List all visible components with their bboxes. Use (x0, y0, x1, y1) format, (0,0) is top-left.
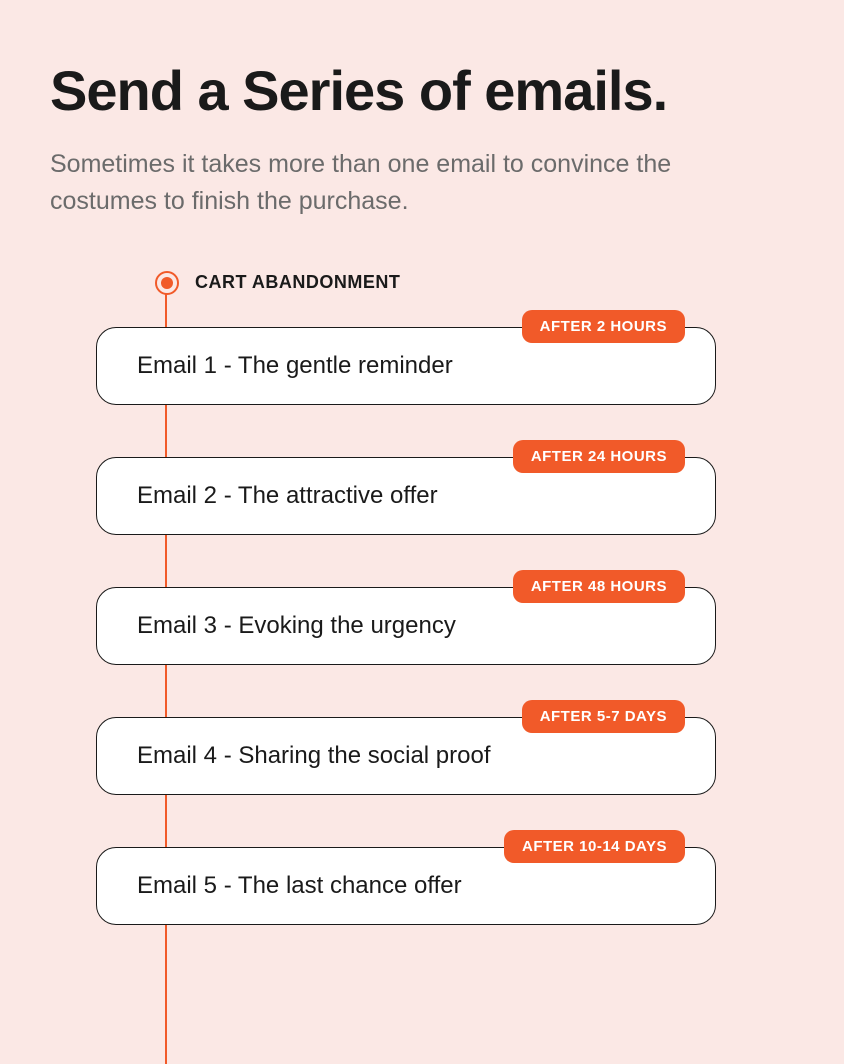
timeline-card: AFTER 5-7 DAYS Email 4 - Sharing the soc… (96, 717, 716, 795)
step-label: Email 5 - The last chance offer (137, 872, 691, 900)
timeline-card: AFTER 48 HOURS Email 3 - Evoking the urg… (96, 587, 716, 665)
timing-badge: AFTER 10-14 DAYS (504, 830, 685, 863)
timing-badge: AFTER 24 HOURS (513, 440, 685, 473)
timeline-cards: AFTER 2 HOURS Email 1 - The gentle remin… (160, 271, 794, 925)
timeline-card: AFTER 24 HOURS Email 2 - The attractive … (96, 457, 716, 535)
page-subtitle: Sometimes it takes more than one email t… (50, 146, 730, 221)
timeline-container: CART ABANDONMENT AFTER 2 HOURS Email 1 -… (50, 271, 794, 925)
timeline-card: AFTER 2 HOURS Email 1 - The gentle remin… (96, 327, 716, 405)
timing-badge: AFTER 2 HOURS (522, 310, 685, 343)
timing-badge: AFTER 5-7 DAYS (522, 700, 685, 733)
step-label: Email 2 - The attractive offer (137, 482, 691, 510)
timeline-start-label: CART ABANDONMENT (195, 272, 400, 293)
timing-badge: AFTER 48 HOURS (513, 570, 685, 603)
timeline-start-node: CART ABANDONMENT (155, 271, 400, 295)
radio-marker-inner-icon (161, 277, 173, 289)
timeline-card: AFTER 10-14 DAYS Email 5 - The last chan… (96, 847, 716, 925)
radio-marker-icon (155, 271, 179, 295)
page-title: Send a Series of emails. (50, 60, 794, 122)
step-label: Email 1 - The gentle reminder (137, 352, 691, 380)
step-label: Email 4 - Sharing the social proof (137, 742, 691, 770)
step-label: Email 3 - Evoking the urgency (137, 612, 691, 640)
